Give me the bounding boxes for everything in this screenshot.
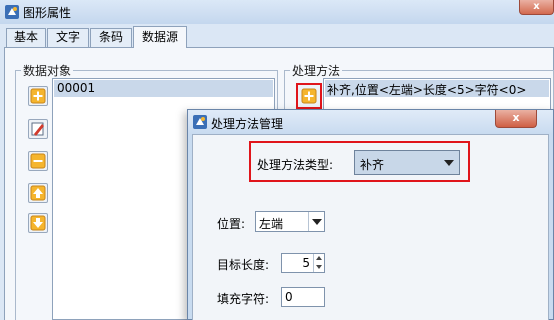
title-bar: 图形属性 x bbox=[0, 0, 554, 24]
spin-up-icon[interactable] bbox=[316, 256, 322, 260]
chevron-down-icon[interactable] bbox=[308, 212, 324, 231]
method-type-label: 处理方法类型: bbox=[257, 158, 334, 172]
plus-icon bbox=[301, 88, 317, 104]
tab-datasource[interactable]: 数据源 bbox=[133, 26, 187, 48]
stepper-arrows[interactable] bbox=[313, 254, 324, 272]
position-label: 位置: bbox=[217, 217, 246, 231]
list-item-label: 00001 bbox=[57, 81, 96, 95]
spin-down-icon[interactable] bbox=[316, 265, 322, 269]
data-objects-label: 数据对象 bbox=[21, 62, 74, 79]
length-value: 5 bbox=[302, 256, 310, 270]
dialog-title-bar: 处理方法管理 x bbox=[188, 110, 553, 134]
fill-char-value: 0 bbox=[285, 290, 293, 304]
list-item[interactable]: 00001 bbox=[54, 80, 273, 97]
chevron-down-icon[interactable] bbox=[439, 151, 459, 174]
arrow-up-icon bbox=[30, 185, 46, 201]
position-value: 左端 bbox=[259, 217, 284, 231]
length-stepper[interactable]: 5 bbox=[281, 253, 325, 273]
fill-char-input[interactable]: 0 bbox=[281, 287, 325, 307]
tab-barcode[interactable]: 条码 bbox=[90, 28, 132, 47]
close-button[interactable]: x bbox=[519, 0, 554, 15]
arrow-down-icon bbox=[30, 215, 46, 231]
length-label: 目标长度: bbox=[217, 258, 270, 272]
method-type-select[interactable]: 补齐 bbox=[354, 150, 460, 175]
move-down-button[interactable] bbox=[28, 213, 48, 233]
edit-object-button[interactable] bbox=[28, 119, 48, 139]
add-method-button[interactable] bbox=[296, 83, 322, 109]
dialog-close-button[interactable]: x bbox=[495, 110, 537, 128]
list-item-label: 补齐,位置<左端>长度<5>字符<0> bbox=[327, 83, 527, 97]
window-title: 图形属性 bbox=[23, 6, 72, 20]
edit-icon bbox=[31, 122, 44, 136]
fill-char-label: 填充字符: bbox=[217, 292, 270, 306]
list-item[interactable]: 补齐,位置<左端>长度<5>字符<0> bbox=[325, 80, 549, 97]
app-icon bbox=[193, 115, 207, 129]
add-object-button[interactable] bbox=[28, 86, 48, 106]
tab-text[interactable]: 文字 bbox=[47, 28, 89, 47]
app-icon bbox=[5, 5, 19, 19]
minus-icon bbox=[30, 153, 46, 169]
dialog-title: 处理方法管理 bbox=[211, 117, 284, 131]
processing-label: 处理方法 bbox=[290, 62, 343, 79]
position-select[interactable]: 左端 bbox=[255, 211, 325, 232]
method-type-value: 补齐 bbox=[360, 158, 385, 172]
tab-basic[interactable]: 基本 bbox=[6, 28, 46, 47]
remove-object-button[interactable] bbox=[28, 151, 48, 171]
plus-icon bbox=[30, 88, 46, 104]
move-up-button[interactable] bbox=[28, 183, 48, 203]
